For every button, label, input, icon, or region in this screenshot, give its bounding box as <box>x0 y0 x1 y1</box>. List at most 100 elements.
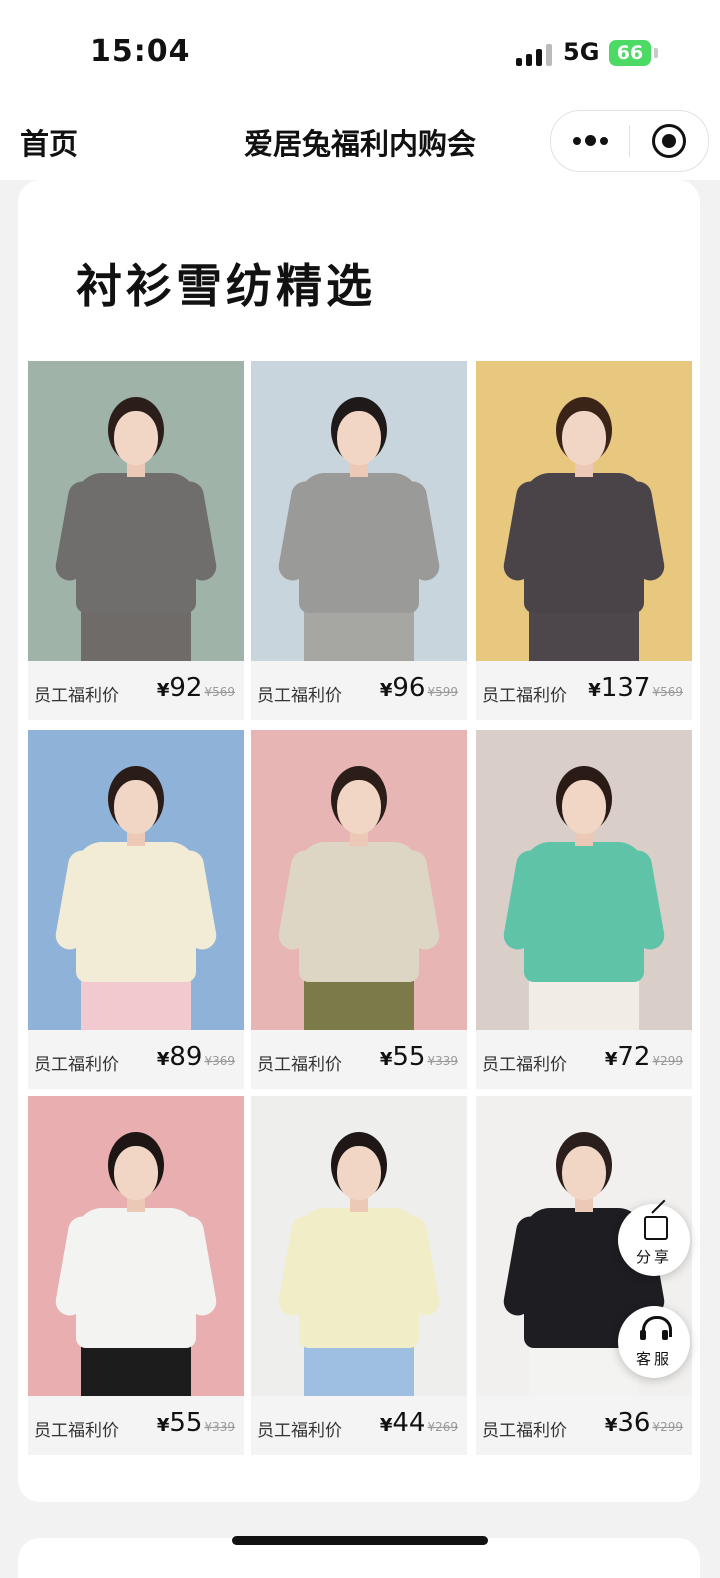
close-button[interactable] <box>630 111 708 171</box>
model-face <box>562 411 606 465</box>
product-image[interactable] <box>251 1096 467 1396</box>
product-section-card: 衬衫雪纺精选 员工福利价 ¥92 ¥569 员工福利价 ¥96 ¥599 员工福利价 ¥137… <box>18 180 700 1502</box>
sale-price: 55 <box>169 1408 203 1438</box>
original-price: ¥339 <box>427 1054 458 1068</box>
product-card[interactable]: 员工福利价 ¥55 ¥339 <box>251 730 467 1089</box>
product-image[interactable] <box>28 730 244 1030</box>
sale-price: 137 <box>600 673 651 703</box>
price-label: 员工福利价 <box>482 1421 567 1441</box>
price: ¥36 ¥299 <box>605 1408 683 1438</box>
product-card[interactable]: 员工福利价 ¥72 ¥299 <box>476 730 692 1089</box>
section-title: 衬衫雪纺精选 <box>76 259 376 313</box>
headset-ear-icon <box>662 1330 668 1340</box>
model-top-garment <box>524 473 644 613</box>
model-top-garment <box>76 473 196 613</box>
product-image[interactable] <box>251 730 467 1030</box>
price: ¥89 ¥369 <box>157 1042 235 1072</box>
customer-service-button[interactable]: 客服 <box>618 1306 690 1378</box>
currency-symbol: ¥ <box>588 680 601 701</box>
share-icon <box>644 1216 668 1240</box>
price: ¥96 ¥599 <box>380 673 458 703</box>
more-icon-dot <box>600 137 608 145</box>
currency-symbol: ¥ <box>379 680 393 701</box>
price-label: 员工福利价 <box>482 1055 567 1075</box>
original-price: ¥299 <box>652 1420 683 1434</box>
currency-symbol: ¥ <box>604 1049 618 1070</box>
product-image[interactable] <box>28 1096 244 1396</box>
more-icon <box>573 137 581 145</box>
original-price: ¥599 <box>427 685 458 699</box>
battery-icon: 66 <box>609 40 651 66</box>
model-top-garment <box>299 1208 419 1348</box>
model-top-garment <box>299 473 419 613</box>
currency-symbol: ¥ <box>156 1049 170 1070</box>
share-button[interactable]: 分享 <box>618 1199 690 1276</box>
model-top-garment <box>76 1208 196 1348</box>
price-label: 员工福利价 <box>482 686 567 706</box>
home-indicator <box>232 1536 488 1545</box>
price: ¥72 ¥299 <box>605 1042 683 1072</box>
sale-price: 92 <box>169 673 203 703</box>
original-price: ¥299 <box>652 1054 683 1068</box>
close-target-dot <box>662 134 676 148</box>
product-image[interactable] <box>476 361 692 661</box>
model-face <box>562 1146 606 1200</box>
more-icon-dot <box>585 135 596 146</box>
original-price: ¥569 <box>204 685 235 699</box>
price: ¥55 ¥339 <box>157 1408 235 1438</box>
model-face <box>337 411 381 465</box>
product-image[interactable] <box>28 361 244 661</box>
product-card[interactable]: 员工福利价 ¥137 ¥569 <box>476 361 692 720</box>
original-price: ¥269 <box>427 1420 458 1434</box>
model-face <box>562 780 606 834</box>
nav-bar: 首页 爱居兔福利内购会 <box>0 105 720 180</box>
price-label: 员工福利价 <box>34 1055 119 1075</box>
product-card[interactable]: 员工福利价 ¥96 ¥599 <box>251 361 467 720</box>
headset-ear-icon <box>640 1330 646 1340</box>
product-card[interactable]: 员工福利价 ¥55 ¥339 <box>28 1096 244 1455</box>
price-label: 员工福利价 <box>257 686 342 706</box>
product-image[interactable] <box>476 730 692 1030</box>
original-price: ¥569 <box>652 685 683 699</box>
battery-cap <box>654 48 658 58</box>
network-type: 5G <box>563 38 600 66</box>
price-label: 员工福利价 <box>257 1055 342 1075</box>
model-face <box>337 1146 381 1200</box>
home-link[interactable]: 首页 <box>20 121 78 163</box>
price: ¥137 ¥569 <box>588 673 683 703</box>
share-label: 分享 <box>635 1248 672 1266</box>
sale-price: 96 <box>392 673 426 703</box>
customer-service-label: 客服 <box>635 1350 672 1368</box>
model-top-garment <box>299 842 419 982</box>
currency-symbol: ¥ <box>604 1415 618 1436</box>
model-top-garment <box>524 842 644 982</box>
more-button[interactable] <box>551 111 629 171</box>
currency-symbol: ¥ <box>156 680 170 701</box>
sale-price: 72 <box>617 1042 651 1072</box>
status-time: 15:04 <box>90 34 191 69</box>
miniprogram-capsule <box>550 110 709 172</box>
currency-symbol: ¥ <box>156 1415 170 1436</box>
price-label: 员工福利价 <box>34 686 119 706</box>
price: ¥92 ¥569 <box>157 673 235 703</box>
sale-price: 36 <box>617 1408 651 1438</box>
sale-price: 55 <box>392 1042 426 1072</box>
model-face <box>114 411 158 465</box>
product-image[interactable] <box>251 361 467 661</box>
signal-icon <box>516 44 552 66</box>
product-card[interactable]: 员工福利价 ¥44 ¥269 <box>251 1096 467 1455</box>
price: ¥55 ¥339 <box>380 1042 458 1072</box>
product-card[interactable]: 员工福利价 ¥92 ¥569 <box>28 361 244 720</box>
price-label: 员工福利价 <box>34 1421 119 1441</box>
status-bar: 15:04 5G 66 <box>0 0 720 105</box>
product-card[interactable]: 员工福利价 ¥89 ¥369 <box>28 730 244 1089</box>
price: ¥44 ¥269 <box>380 1408 458 1438</box>
model-face <box>114 780 158 834</box>
sale-price: 44 <box>392 1408 426 1438</box>
sale-price: 89 <box>169 1042 203 1072</box>
currency-symbol: ¥ <box>379 1049 393 1070</box>
model-face <box>337 780 381 834</box>
currency-symbol: ¥ <box>379 1415 393 1436</box>
model-top-garment <box>76 842 196 982</box>
price-label: 员工福利价 <box>257 1421 342 1441</box>
